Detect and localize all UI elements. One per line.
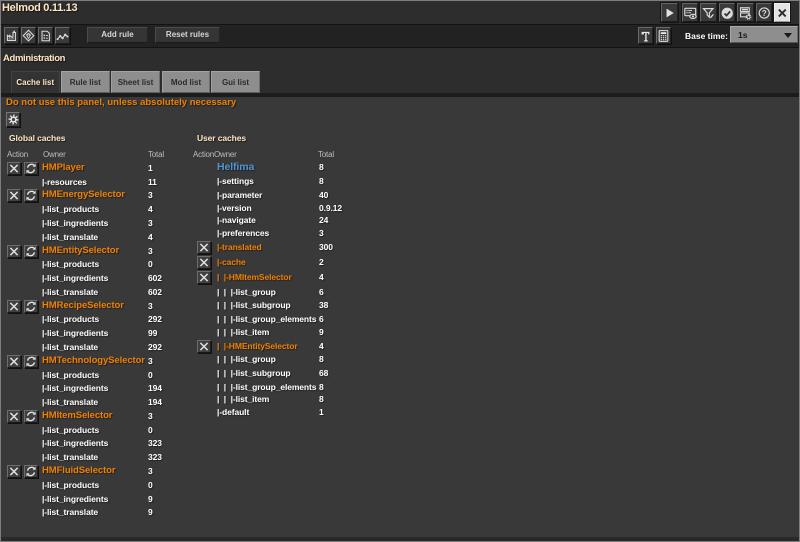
svg-text:?: ?: [761, 8, 766, 17]
